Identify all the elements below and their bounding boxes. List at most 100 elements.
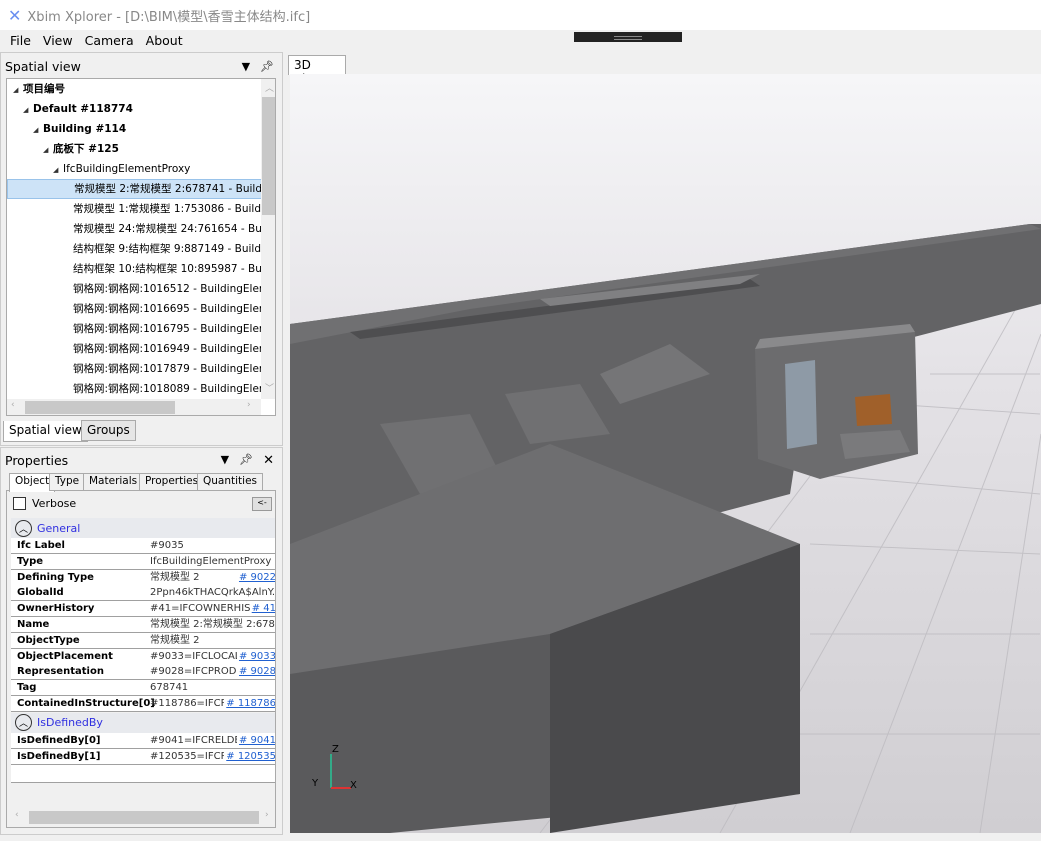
tree-node-label: Building #114 xyxy=(43,123,127,135)
tree-node[interactable]: 钢格网:钢格网:1018089 - BuildingElementProxy xyxy=(7,379,275,399)
property-row[interactable]: Name 常规模型 2:常规模型 2:678741 xyxy=(11,617,275,633)
property-link[interactable]: # 41 xyxy=(249,601,275,617)
tree-node[interactable]: 常规模型 24:常规模型 24:761654 - BuildingElement… xyxy=(7,219,275,239)
tab-properties[interactable]: Properties xyxy=(139,473,205,491)
tree-horizontal-scrollbar[interactable]: ‹ › xyxy=(7,399,261,415)
props-horizontal-scrollbar[interactable]: ‹ › xyxy=(11,809,275,826)
property-value: 2Ppn46kTHACQrkA$AlnY. xyxy=(150,587,276,599)
expand-icon[interactable]: ◢ xyxy=(43,140,53,160)
property-link[interactable]: # 118786 xyxy=(224,696,275,711)
property-row[interactable]: Ifc Label #9035 xyxy=(11,538,275,554)
tree-node[interactable]: 钢格网:钢格网:1016795 - BuildingElementProxy xyxy=(7,319,275,339)
property-key: Tag xyxy=(17,682,37,694)
tree-node[interactable]: 钢格网:钢格网:1016949 - BuildingElementProxy xyxy=(7,339,275,359)
tree-node[interactable]: 钢格网:钢格网:1017879 - BuildingElementProxy xyxy=(7,359,275,379)
tree-node-label: 常规模型 24:常规模型 24:761654 - BuildingElement… xyxy=(73,223,275,235)
property-link[interactable]: # 9033 xyxy=(236,648,275,664)
tree-node-label: Default #118774 xyxy=(33,103,133,115)
property-row[interactable]: Tag 678741 xyxy=(11,680,275,697)
property-key: IsDefinedBy[1] xyxy=(17,750,101,762)
menu-view[interactable]: View xyxy=(43,33,73,48)
property-row[interactable]: OwnerHistory #41=IFCOWNERHIST # 41 xyxy=(11,601,275,618)
pin-icon[interactable]: 📌︎ xyxy=(239,453,253,468)
tab-materials[interactable]: Materials xyxy=(83,473,144,491)
pin-icon[interactable]: 📌︎ xyxy=(260,60,274,73)
tree-node[interactable]: ◢ Default #118774 xyxy=(7,99,275,119)
property-row[interactable]: GlobalId 2Ppn46kTHACQrkA$AlnY. xyxy=(11,585,276,602)
toolbar-grip[interactable] xyxy=(574,32,682,42)
tree-node-label: 底板下 #125 xyxy=(53,143,119,155)
tab-spatial-view[interactable]: Spatial view xyxy=(3,421,88,442)
tree-node[interactable]: ◢ IfcBuildingElementProxy xyxy=(7,159,275,179)
property-link[interactable]: # 9022 xyxy=(236,569,275,585)
menu-camera[interactable]: Camera xyxy=(85,33,134,48)
property-value: IfcBuildingElementProxy xyxy=(150,555,272,567)
close-icon[interactable]: ✕ xyxy=(263,453,274,468)
expand-icon[interactable]: ◢ xyxy=(23,100,33,120)
property-row[interactable]: Defining Type 常规模型 2 # 9022 xyxy=(11,569,275,586)
property-link[interactable]: # 9028 xyxy=(236,664,275,680)
property-key: Representation xyxy=(17,666,104,678)
property-key: IsDefinedBy[0] xyxy=(17,734,101,746)
dropdown-icon[interactable]: ▼ xyxy=(242,60,250,73)
property-row[interactable]: IsDefinedBy[0] #9041=IFCRELDEF # 9041 xyxy=(11,732,275,749)
tree-node-label: 项目编号 xyxy=(23,83,65,95)
tree-node-label: IfcBuildingElementProxy xyxy=(63,163,191,175)
group-name: IsDefinedBy xyxy=(37,716,103,730)
x-axis-icon xyxy=(331,787,351,789)
empty-row xyxy=(11,765,275,784)
verbose-label: Verbose xyxy=(32,497,77,510)
tab-quantities[interactable]: Quantities xyxy=(197,473,264,491)
group-header[interactable]: ︿ General xyxy=(11,518,275,538)
property-key: GlobalId xyxy=(17,587,64,599)
3d-viewport[interactable]: Z Y X xyxy=(290,74,1041,833)
tree-node[interactable]: 常规模型 2:常规模型 2:678741 - BuildingElementPr… xyxy=(7,179,275,199)
group-name: General xyxy=(37,521,81,535)
property-row[interactable]: ObjectPlacement #9033=IFCLOCALP # 9033 xyxy=(11,648,275,665)
dropdown-icon[interactable]: ▼ xyxy=(221,453,229,468)
tree-node[interactable]: 结构框架 10:结构框架 10:895987 - BuildingElement… xyxy=(7,259,275,279)
z-axis-label: Z xyxy=(332,744,339,755)
y-axis-label: Y xyxy=(312,778,319,789)
verbose-checkbox[interactable]: Verbose xyxy=(13,497,76,510)
expand-icon[interactable]: ◢ xyxy=(53,160,63,180)
tree-vertical-scrollbar[interactable]: ︿ ﹀ xyxy=(261,79,275,399)
property-link[interactable]: # 120535 xyxy=(224,748,275,764)
tree-node-label: 钢格网:钢格网:1016949 - BuildingElementProxy xyxy=(73,343,275,355)
properties-title: Properties xyxy=(5,452,69,468)
tree-node[interactable]: ◢ 底板下 #125 xyxy=(7,139,275,159)
expand-icon[interactable]: ◢ xyxy=(33,120,43,140)
tree-node-label: 结构框架 9:结构框架 9:887149 - BuildingElementPr… xyxy=(73,243,275,255)
tree-node-label: 钢格网:钢格网:1016695 - BuildingElementProxy xyxy=(73,303,275,315)
tab-type[interactable]: Type xyxy=(49,473,86,491)
property-key: ObjectPlacement xyxy=(17,650,113,662)
collapse-icon[interactable]: ︿ xyxy=(15,519,32,537)
tab-3d-view[interactable]: 3D View xyxy=(288,55,346,86)
tree-node[interactable]: 钢格网:钢格网:1016512 - BuildingElementProxy xyxy=(7,279,275,299)
property-row[interactable]: IsDefinedBy[1] #120535=IFCRE # 120535 xyxy=(11,748,275,765)
collapse-icon[interactable]: ︿ xyxy=(15,714,32,732)
tree-node[interactable]: ◢ 项目编号 xyxy=(7,79,275,99)
menu-file[interactable]: File xyxy=(10,33,31,48)
tree-node[interactable]: 常规模型 1:常规模型 1:753086 - BuildingElementPr… xyxy=(7,199,275,219)
property-key: Defining Type xyxy=(17,571,94,583)
property-link[interactable]: # 9041 xyxy=(236,732,275,748)
property-key: Ifc Label xyxy=(17,540,65,551)
axis-gizmo: Z Y X xyxy=(312,744,362,800)
tree-node-label: 常规模型 2:常规模型 2:678741 - BuildingElementPr… xyxy=(74,183,275,195)
checkbox-box[interactable] xyxy=(13,497,26,510)
back-button[interactable]: <- xyxy=(252,497,272,511)
property-row[interactable]: ObjectType 常规模型 2 xyxy=(11,632,275,649)
model-render xyxy=(290,224,1041,833)
group-header[interactable]: ︿ IsDefinedBy xyxy=(11,712,275,733)
property-row[interactable]: ContainedInStructure[0] #118786=IFCRE # 11… xyxy=(11,696,275,712)
menu-about[interactable]: About xyxy=(146,33,183,48)
tree-node[interactable]: ◢ Building #114 xyxy=(7,119,275,139)
property-row[interactable]: Representation #9028=IFCPRODU # 9028 xyxy=(11,664,275,681)
property-value: 678741 xyxy=(150,682,189,694)
expand-icon[interactable]: ◢ xyxy=(13,80,23,100)
property-row[interactable]: Type IfcBuildingElementProxy xyxy=(11,553,275,570)
tree-node[interactable]: 结构框架 9:结构框架 9:887149 - BuildingElementPr… xyxy=(7,239,275,259)
tree-node[interactable]: 钢格网:钢格网:1016695 - BuildingElementProxy xyxy=(7,299,275,319)
tab-groups[interactable]: Groups xyxy=(81,420,136,441)
